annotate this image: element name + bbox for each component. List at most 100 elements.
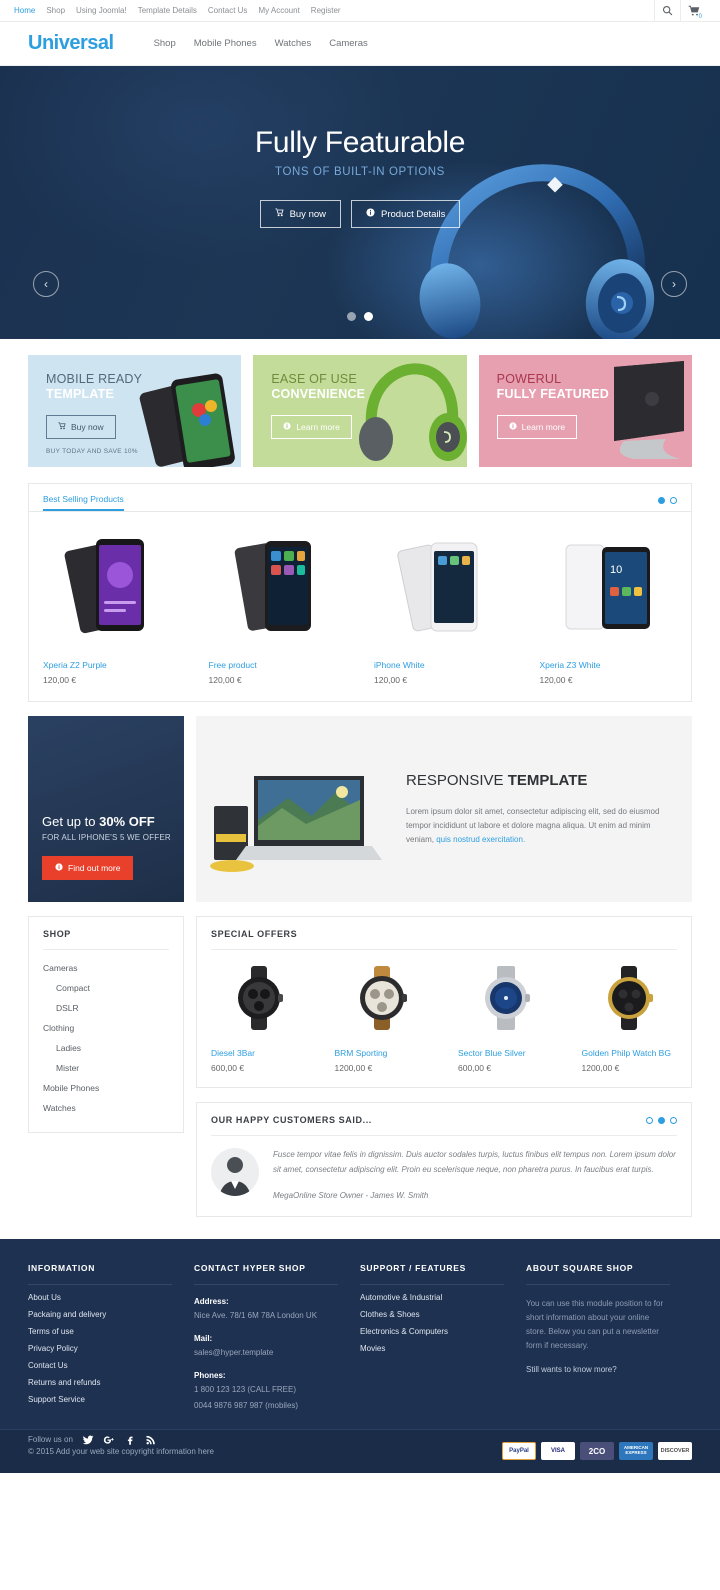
- watch-name[interactable]: BRM Sporting: [335, 1048, 431, 1058]
- product-card[interactable]: Xperia Z2 Purple 120,00 €: [29, 526, 195, 685]
- sidebar-item-clothing[interactable]: Clothing: [43, 1018, 169, 1038]
- footer-column-about: ABOUT SQUARE SHOP You can use this modul…: [526, 1263, 692, 1412]
- main-nav-item-shop[interactable]: Shop: [154, 38, 176, 49]
- rss-icon[interactable]: [145, 1434, 157, 1446]
- product-card[interactable]: iPhone White 120,00 €: [360, 526, 526, 685]
- top-nav-item-my-account[interactable]: My Account: [258, 6, 299, 15]
- footer-about-more-link[interactable]: Still wants to know more?: [526, 1365, 670, 1374]
- watch-name[interactable]: Sector Blue Silver: [458, 1048, 554, 1058]
- testimonial-body: Fusce tempor vitae felis in dignissim. D…: [197, 1136, 691, 1216]
- main-nav-item-cameras[interactable]: Cameras: [329, 38, 368, 49]
- footer-link-clothes-shoes[interactable]: Clothes & Shoes: [360, 1310, 504, 1319]
- promo-buy-now-button[interactable]: Buy now: [46, 415, 116, 439]
- footer-links-information: About Us Packaing and delivery Terms of …: [28, 1293, 172, 1404]
- google-plus-icon[interactable]: [103, 1434, 115, 1446]
- product-price: 120,00 €: [374, 675, 408, 685]
- responsive-title-light: RESPONSIVE: [406, 771, 508, 789]
- promo-banner-ease-of-use[interactable]: EASE OF USE CONVENIENCE Learn more: [253, 355, 467, 467]
- footer-link-electronics-computers[interactable]: Electronics & Computers: [360, 1327, 504, 1336]
- footer-column-information: INFORMATION About Us Packaing and delive…: [28, 1263, 194, 1412]
- testimonials-pagination: [646, 1116, 677, 1124]
- footer-link-contact-us[interactable]: Contact Us: [28, 1361, 172, 1370]
- top-nav-item-shop[interactable]: Shop: [46, 6, 65, 15]
- top-nav-item-home[interactable]: Home: [14, 6, 35, 15]
- search-icon[interactable]: [654, 0, 680, 22]
- footer-link-privacy-policy[interactable]: Privacy Policy: [28, 1344, 172, 1353]
- product-card[interactable]: Free product 120,00 €: [195, 526, 361, 685]
- product-name[interactable]: iPhone White: [374, 660, 512, 670]
- watch-card[interactable]: Diesel 3Bar 600,00 €: [197, 962, 321, 1073]
- footer-link-packaging-delivery[interactable]: Packaing and delivery: [28, 1310, 172, 1319]
- testimonial-dot-1[interactable]: [646, 1116, 653, 1124]
- page-root: Home Shop Using Joomla! Template Details…: [0, 0, 720, 1473]
- footer-link-movies[interactable]: Movies: [360, 1344, 504, 1353]
- smartphones-image: [140, 373, 236, 467]
- top-nav: Home Shop Using Joomla! Template Details…: [14, 6, 341, 15]
- twitter-icon[interactable]: [82, 1434, 94, 1446]
- watch-image-diesel-3bar: [211, 962, 307, 1034]
- main-nav-item-watches[interactable]: Watches: [275, 38, 312, 49]
- sidebar-item-cameras[interactable]: Cameras: [43, 958, 169, 978]
- footer-mail-value[interactable]: sales@hyper.template: [194, 1347, 338, 1359]
- responsive-template-section: RESPONSIVE TEMPLATE Lorem ipsum dolor si…: [196, 716, 692, 902]
- footer-link-returns-refunds[interactable]: Returns and refunds: [28, 1378, 172, 1387]
- product-name[interactable]: Xperia Z2 Purple: [43, 660, 181, 670]
- watch-card[interactable]: Sector Blue Silver 600,00 €: [444, 962, 568, 1073]
- watch-card[interactable]: Golden Philp Watch BG 1200,00 €: [568, 962, 692, 1073]
- watch-card[interactable]: BRM Sporting 1200,00 €: [321, 962, 445, 1073]
- product-image-iphone-white: [374, 526, 512, 646]
- footer-column-contact: CONTACT HYPER SHOP Address: Nice Ave. 78…: [194, 1263, 360, 1412]
- footer-link-automotive-industrial[interactable]: Automotive & Industrial: [360, 1293, 504, 1302]
- sidebar-item-watches[interactable]: Watches: [43, 1098, 169, 1118]
- testimonial-dot-2[interactable]: [658, 1116, 665, 1124]
- cart-icon[interactable]: 0: [680, 0, 706, 22]
- watch-image-brm-sporting: [335, 962, 431, 1034]
- top-nav-item-register[interactable]: Register: [311, 6, 341, 15]
- hero-prev-arrow[interactable]: ‹: [33, 271, 59, 297]
- find-out-more-button[interactable]: Find out more: [42, 856, 134, 880]
- best-selling-dot-1[interactable]: [658, 497, 665, 504]
- top-nav-item-template-details[interactable]: Template Details: [138, 6, 197, 15]
- promo-banners: MOBILE READY TEMPLATE Buy now BUY TODAY …: [0, 339, 720, 467]
- avatar: [211, 1148, 259, 1196]
- sidebar-item-compact[interactable]: Compact: [43, 978, 169, 998]
- site-logo[interactable]: Universal: [28, 32, 114, 55]
- responsive-title: RESPONSIVE TEMPLATE: [406, 772, 672, 789]
- discount-offer-banner[interactable]: Get up to 30% OFF FOR ALL IPHONE'S 5 WE …: [28, 716, 184, 902]
- main-nav: Shop Mobile Phones Watches Cameras: [154, 38, 368, 49]
- promo-banner-powerful[interactable]: POWERUL FULLY FEATURED Learn more: [478, 355, 692, 467]
- hero-buy-now-button[interactable]: Buy now: [259, 200, 341, 228]
- shop-category-list: Cameras Compact DSLR Clothing Ladies Mis…: [43, 958, 169, 1118]
- testimonial-dot-3[interactable]: [670, 1116, 677, 1124]
- sidebar-item-mister[interactable]: Mister: [43, 1058, 169, 1078]
- offer-responsive-row: Get up to 30% OFF FOR ALL IPHONE'S 5 WE …: [0, 702, 720, 902]
- product-card[interactable]: 10 Xperia Z3 White 120,00 €: [526, 526, 692, 685]
- hero-dot-1[interactable]: [347, 312, 356, 321]
- footer-link-support-service[interactable]: Support Service: [28, 1395, 172, 1404]
- hero-product-details-button[interactable]: Product Details: [351, 200, 461, 228]
- best-selling-dot-2[interactable]: [670, 497, 677, 504]
- promo-learn-more-button[interactable]: Learn more: [271, 415, 352, 439]
- product-name[interactable]: Xperia Z3 White: [540, 660, 678, 670]
- product-name[interactable]: Free product: [209, 660, 347, 670]
- responsive-body-link[interactable]: quis nostrud exercitation.: [436, 835, 525, 844]
- facebook-icon[interactable]: [124, 1434, 136, 1446]
- footer-link-terms-of-use[interactable]: Terms of use: [28, 1327, 172, 1336]
- promo-banner-mobile-ready[interactable]: MOBILE READY TEMPLATE Buy now BUY TODAY …: [28, 355, 242, 467]
- footer-title-information: INFORMATION: [28, 1263, 172, 1285]
- promo-learn-more-button[interactable]: Learn more: [496, 415, 578, 439]
- hero-dot-2[interactable]: [364, 312, 373, 321]
- sidebar-item-ladies[interactable]: Ladies: [43, 1038, 169, 1058]
- sidebar-item-dslr[interactable]: DSLR: [43, 998, 169, 1018]
- offer-headline-strong: 30% OFF: [99, 814, 155, 829]
- hero-product-details-label: Product Details: [381, 208, 446, 220]
- hero-next-arrow[interactable]: ›: [661, 271, 687, 297]
- sidebar-item-mobile-phones[interactable]: Mobile Phones: [43, 1078, 169, 1098]
- watch-name[interactable]: Diesel 3Bar: [211, 1048, 307, 1058]
- watch-name[interactable]: Golden Philp Watch BG: [582, 1048, 678, 1058]
- main-nav-item-mobile-phones[interactable]: Mobile Phones: [194, 38, 257, 49]
- footer-link-about-us[interactable]: About Us: [28, 1293, 172, 1302]
- top-nav-item-contact-us[interactable]: Contact Us: [208, 6, 248, 15]
- top-nav-item-using-joomla[interactable]: Using Joomla!: [76, 6, 127, 15]
- tab-best-selling-products[interactable]: Best Selling Products: [43, 494, 124, 511]
